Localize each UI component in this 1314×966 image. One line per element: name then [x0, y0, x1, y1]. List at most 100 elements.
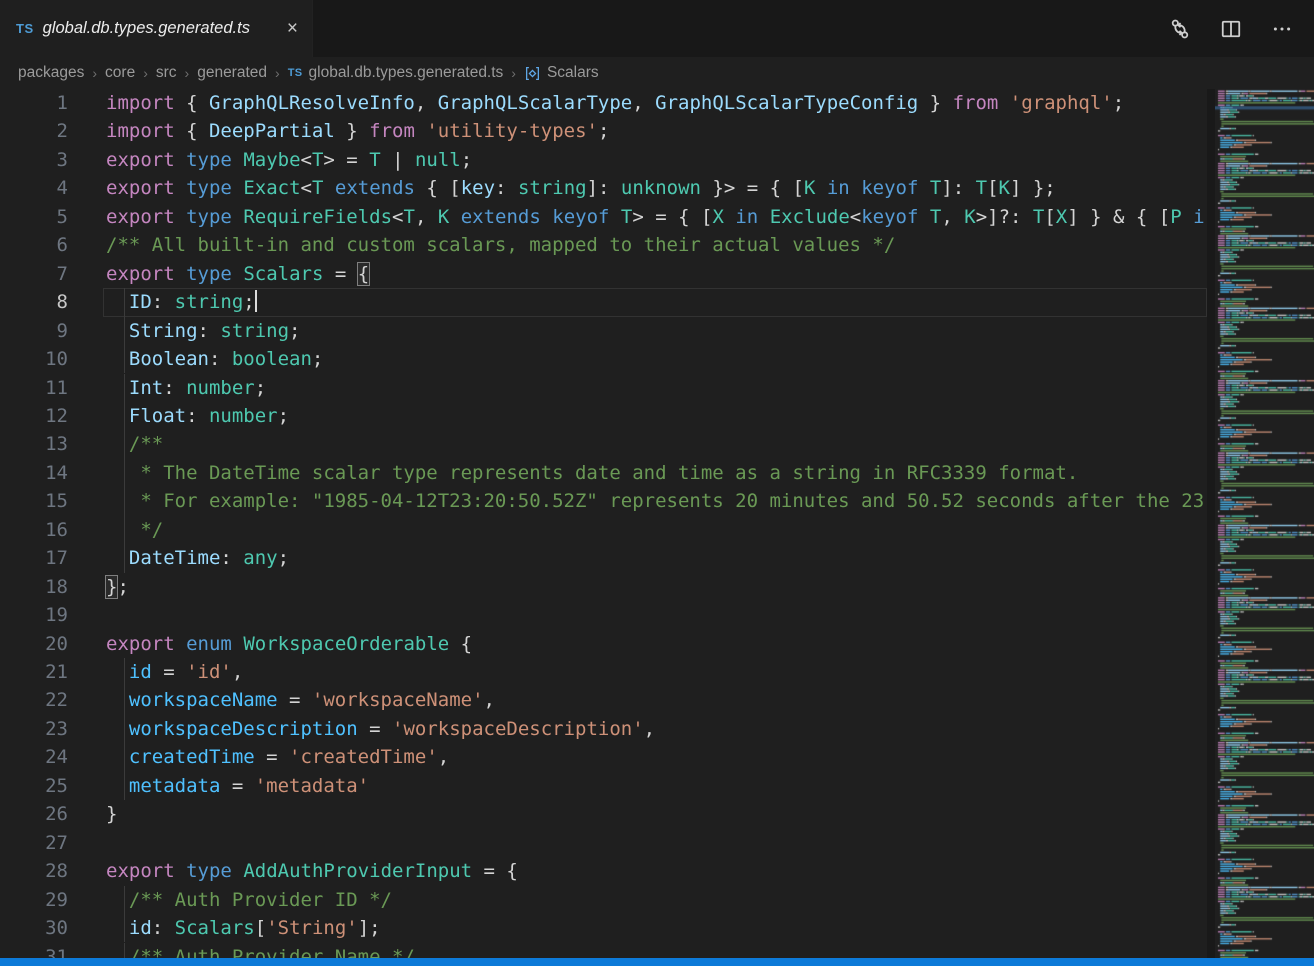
code-line[interactable]: 20export enum WorkspaceOrderable {	[0, 630, 1207, 658]
code-line[interactable]: 3export type Maybe<T> = T | null;	[0, 146, 1207, 174]
code-line[interactable]: 25 metadata = 'metadata'	[0, 772, 1207, 800]
code-text: import { DeepPartial } from 'utility-typ…	[106, 117, 609, 145]
chevron-right-icon: ›	[511, 65, 516, 81]
code-text: /**	[106, 430, 163, 458]
line-number: 7	[0, 260, 68, 288]
line-number: 22	[0, 686, 68, 714]
line-number: 21	[0, 658, 68, 686]
line-number: 17	[0, 544, 68, 572]
code-line[interactable]: 22 workspaceName = 'workspaceName',	[0, 686, 1207, 714]
code-text: export type Maybe<T> = T | null;	[106, 146, 472, 174]
code-line[interactable]: 8 ID: string;	[0, 288, 1207, 316]
code-line[interactable]: 13 /**	[0, 430, 1207, 458]
code-line[interactable]: 6 /** All built-in and custom scalars, ma…	[0, 231, 1207, 259]
breadcrumb-item[interactable]: src	[156, 64, 177, 82]
code-text: * For example: "1985-04-12T23:20:50.52Z"…	[106, 487, 1204, 515]
tab-bar: TS global.db.types.generated.ts ×	[0, 0, 1314, 57]
code-line[interactable]: 17 DateTime: any;	[0, 544, 1207, 572]
code-line[interactable]: 5export type RequireFields<T, K extends …	[0, 203, 1207, 231]
ts-file-icon: TS	[16, 21, 34, 36]
code-line[interactable]: 12 Float: number;	[0, 402, 1207, 430]
code-line[interactable]: 21 id = 'id',	[0, 658, 1207, 686]
code-text: String: string;	[106, 317, 301, 345]
line-number: 28	[0, 857, 68, 885]
code-line[interactable]: 1import { GraphQLResolveInfo, GraphQLSca…	[0, 89, 1207, 117]
line-number: 8	[0, 288, 68, 316]
code-text: DateTime: any;	[106, 544, 289, 572]
editor[interactable]: 1import { GraphQLResolveInfo, GraphQLSca…	[0, 89, 1207, 958]
code-line[interactable]: 16 */	[0, 516, 1207, 544]
code-line[interactable]: 28 export type AddAuthProviderInput = {	[0, 857, 1207, 885]
line-number: 14	[0, 459, 68, 487]
editor-actions	[1168, 0, 1314, 57]
code-line[interactable]: 7 export type Scalars = {	[0, 260, 1207, 288]
line-number: 18	[0, 573, 68, 601]
code-line[interactable]: 23 workspaceDescription = 'workspaceDesc…	[0, 715, 1207, 743]
breadcrumb-item[interactable]: core	[105, 64, 135, 82]
code-text: export enum WorkspaceOrderable {	[106, 630, 472, 658]
open-changes-icon[interactable]	[1168, 17, 1192, 41]
chevron-right-icon: ›	[185, 65, 190, 81]
code-text: id = 'id',	[106, 658, 243, 686]
line-number: 27	[0, 829, 68, 857]
line-number: 23	[0, 715, 68, 743]
code-text: /** Auth Provider Name */	[106, 943, 415, 959]
text-cursor	[255, 290, 257, 312]
code-line[interactable]: 11 Int: number;	[0, 374, 1207, 402]
code-text: export type AddAuthProviderInput = {	[106, 857, 518, 885]
tab-global-db-types[interactable]: TS global.db.types.generated.ts ×	[0, 0, 313, 57]
line-number: 29	[0, 886, 68, 914]
line-number: 13	[0, 430, 68, 458]
code-line[interactable]: 10 Boolean: boolean;	[0, 345, 1207, 373]
more-actions-icon[interactable]	[1270, 17, 1294, 41]
line-number: 24	[0, 743, 68, 771]
line-number: 2	[0, 117, 68, 145]
line-number: 12	[0, 402, 68, 430]
code-line[interactable]: 27	[0, 829, 1207, 857]
code-line[interactable]: 19	[0, 601, 1207, 629]
line-number: 19	[0, 601, 68, 629]
breadcrumb-item[interactable]: generated	[197, 64, 267, 82]
code-text: Float: number;	[106, 402, 289, 430]
bottom-focus-bar	[0, 958, 1314, 966]
current-line-highlight	[103, 288, 1207, 316]
split-editor-icon[interactable]	[1219, 17, 1243, 41]
editor-scrollbar[interactable]	[1207, 89, 1215, 958]
code-text: */	[106, 516, 163, 544]
code-line[interactable]: 29 /** Auth Provider ID */	[0, 886, 1207, 914]
code-text: export type Exact<T extends { [key: stri…	[106, 174, 1056, 202]
breadcrumb-item[interactable]: Scalars	[547, 64, 599, 82]
code-line[interactable]: 30 id: Scalars['String'];	[0, 914, 1207, 942]
code-line[interactable]: 4export type Exact<T extends { [key: str…	[0, 174, 1207, 202]
code-text: Boolean: boolean;	[106, 345, 323, 373]
line-number: 25	[0, 772, 68, 800]
code-line[interactable]: 2 import { DeepPartial } from 'utility-ty…	[0, 117, 1207, 145]
code-text: metadata = 'metadata'	[106, 772, 369, 800]
symbol-type-icon	[524, 65, 541, 82]
code-text: Int: number;	[106, 374, 266, 402]
code-text: export type Scalars = {	[106, 260, 369, 288]
code-text: id: Scalars['String'];	[106, 914, 381, 942]
line-number: 10	[0, 345, 68, 373]
close-icon[interactable]: ×	[283, 17, 302, 40]
minimap[interactable]	[1215, 89, 1314, 958]
breadcrumb-item[interactable]: packages	[18, 64, 84, 82]
line-number: 31	[0, 943, 68, 959]
breadcrumb-item[interactable]: global.db.types.generated.ts	[309, 64, 504, 82]
code-line[interactable]: 14 * The DateTime scalar type represents…	[0, 459, 1207, 487]
code-line[interactable]: 9 String: string;	[0, 317, 1207, 345]
line-number: 6	[0, 231, 68, 259]
code-text: import { GraphQLResolveInfo, GraphQLScal…	[106, 89, 1124, 117]
code-text: createdTime = 'createdTime',	[106, 743, 449, 771]
code-line[interactable]: 18};	[0, 573, 1207, 601]
code-line[interactable]: 26}	[0, 800, 1207, 828]
code-text: /** All built-in and custom scalars, map…	[106, 231, 895, 259]
tab-title: global.db.types.generated.ts	[43, 19, 283, 38]
code-text: workspaceName = 'workspaceName',	[106, 686, 495, 714]
chevron-right-icon: ›	[92, 65, 97, 81]
code-line[interactable]: 15 * For example: "1985-04-12T23:20:50.5…	[0, 487, 1207, 515]
code-line[interactable]: 24 createdTime = 'createdTime',	[0, 743, 1207, 771]
chevron-right-icon: ›	[143, 65, 148, 81]
code-line[interactable]: 31 /** Auth Provider Name */	[0, 943, 1207, 959]
breadcrumb: packages›core›src›generated›TSglobal.db.…	[0, 57, 1314, 89]
